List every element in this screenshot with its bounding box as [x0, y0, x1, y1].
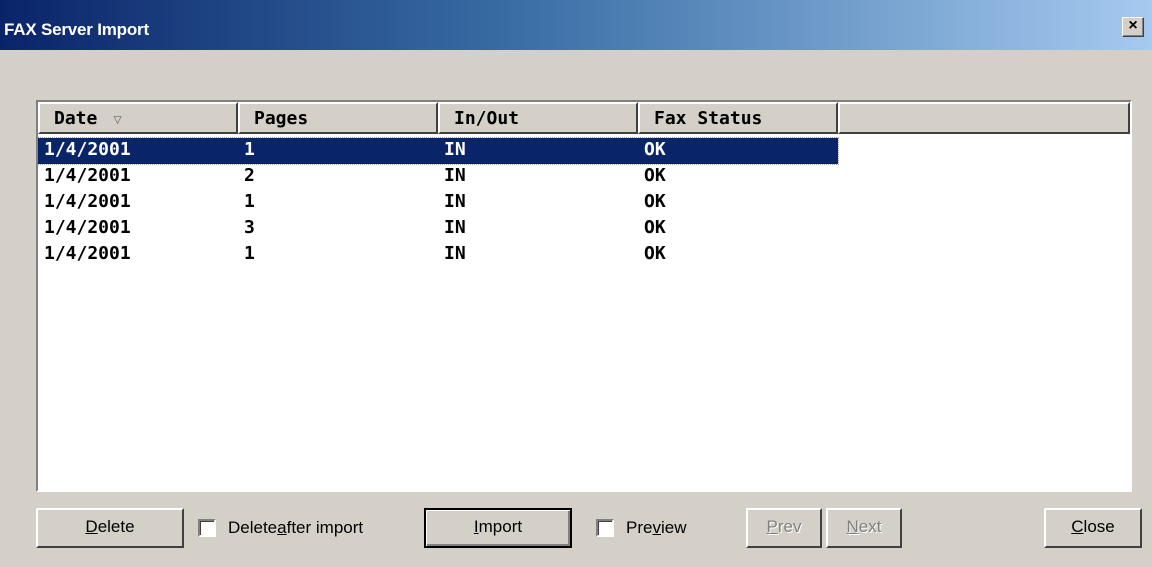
table-row[interactable]: 1/4/2001 2 IN OK: [38, 164, 1130, 190]
cell-in-out: IN: [444, 217, 466, 238]
cell-pages: 1: [244, 243, 255, 264]
table-row[interactable]: 1/4/2001 1 IN OK: [38, 190, 1130, 216]
close-window-button[interactable]: ×: [1122, 17, 1144, 37]
sort-descending-icon: ▽: [113, 112, 122, 128]
cell-pages: 2: [244, 165, 255, 186]
button-mnemonic: P: [766, 517, 778, 536]
cell-in-out: IN: [444, 165, 466, 186]
button-mnemonic: C: [1071, 517, 1084, 536]
table-row[interactable]: 1/4/2001 1 IN OK: [38, 242, 1130, 268]
checkbox-label: iew: [660, 518, 687, 537]
cell-fax-status: OK: [644, 217, 666, 238]
cell-in-out: IN: [444, 243, 466, 264]
close-button[interactable]: Close: [1044, 508, 1142, 548]
button-bar: Delete Delete a fter import Import Pre v ie…: [0, 500, 1152, 560]
cell-fax-status: OK: [644, 139, 666, 160]
fax-server-import-dialog: FAX Server Import × Date ▽ Pages In/Out F…: [0, 0, 1152, 567]
cell-date: 1/4/2001: [44, 139, 131, 160]
cell-date: 1/4/2001: [44, 165, 131, 186]
column-label: Pages: [254, 108, 309, 129]
checkbox-label: fter import: [286, 518, 364, 537]
column-label: Date: [54, 108, 98, 129]
cell-pages: 1: [244, 139, 255, 160]
cell-fax-status: OK: [644, 243, 666, 264]
checkbox-label: Delete: [228, 518, 278, 537]
button-label: mport: [478, 517, 523, 536]
column-header-fax-status[interactable]: Fax Status: [638, 102, 838, 134]
checkbox-mnemonic: v: [652, 518, 661, 537]
button-label: ext: [858, 517, 882, 536]
checkbox-box[interactable]: [198, 519, 216, 537]
cell-pages: 3: [244, 217, 255, 238]
preview-checkbox[interactable]: Pre v iew: [596, 518, 686, 538]
checkbox-box[interactable]: [596, 519, 614, 537]
button-label: lose: [1083, 517, 1115, 536]
cell-fax-status: OK: [644, 165, 666, 186]
window-title: FAX Server Import: [4, 20, 149, 39]
next-button[interactable]: Next: [826, 508, 902, 548]
import-button[interactable]: Import: [424, 508, 572, 548]
cell-date: 1/4/2001: [44, 191, 131, 212]
column-header-in-out[interactable]: In/Out: [438, 102, 638, 134]
list-header: Date ▽ Pages In/Out Fax Status: [38, 102, 1130, 134]
cell-fax-status: OK: [644, 191, 666, 212]
column-label: In/Out: [454, 108, 520, 129]
delete-after-import-checkbox[interactable]: Delete a fter import: [198, 518, 363, 538]
fax-list[interactable]: Date ▽ Pages In/Out Fax Status 1/4/2001 1…: [36, 100, 1132, 492]
cell-in-out: IN: [444, 191, 466, 212]
column-header-filler: [838, 102, 1130, 134]
button-mnemonic: D: [85, 517, 98, 536]
cell-in-out: IN: [444, 139, 466, 160]
button-mnemonic: N: [846, 517, 859, 536]
button-label: elete: [97, 517, 135, 536]
cell-date: 1/4/2001: [44, 243, 131, 264]
column-header-date[interactable]: Date ▽: [38, 102, 238, 134]
delete-button[interactable]: Delete: [36, 508, 184, 548]
cell-pages: 1: [244, 191, 255, 212]
button-label: rev: [777, 517, 802, 536]
cell-date: 1/4/2001: [44, 217, 131, 238]
prev-button[interactable]: Prev: [746, 508, 822, 548]
table-row[interactable]: 1/4/2001 3 IN OK: [38, 216, 1130, 242]
table-row[interactable]: 1/4/2001 1 IN OK: [38, 137, 1130, 165]
column-header-pages[interactable]: Pages: [238, 102, 438, 134]
column-label: Fax Status: [654, 108, 763, 129]
checkbox-mnemonic: a: [277, 518, 287, 537]
checkbox-label: Pre: [626, 518, 653, 537]
title-bar[interactable]: FAX Server Import ×: [0, 0, 1152, 50]
list-rows: 1/4/2001 1 IN OK 1/4/2001 2 IN OK 1/4/20…: [38, 137, 1130, 268]
